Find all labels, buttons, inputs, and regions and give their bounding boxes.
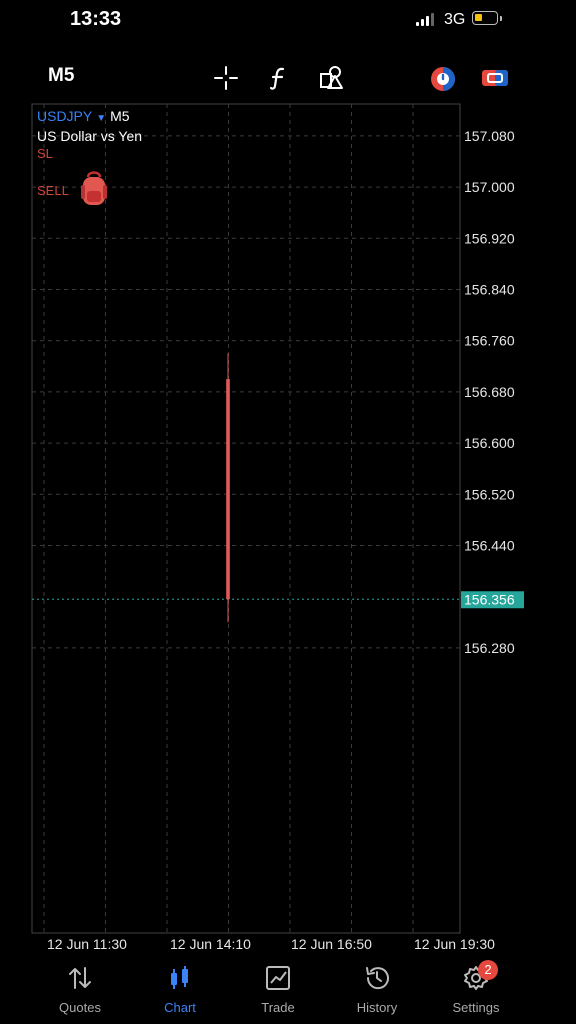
y-tick-label: 157.080 <box>464 128 515 144</box>
one-click-trading-icon[interactable] <box>427 62 459 94</box>
trade-panel-icon[interactable] <box>479 62 511 94</box>
quotes-icon <box>69 967 91 989</box>
x-tick-label: 12 Jun 14:10 <box>170 936 251 952</box>
symbol-header[interactable]: USDJPY ▼ M5 <box>37 108 130 124</box>
y-tick-label: 156.280 <box>464 640 515 656</box>
symbol-period: M5 <box>110 108 130 124</box>
y-tick-label: 157.000 <box>464 179 515 195</box>
tab-history[interactable]: History <box>327 960 427 1024</box>
chart-frame <box>31 103 461 934</box>
candle-body <box>226 379 230 600</box>
chart-icon <box>171 966 188 989</box>
x-tick-label: 12 Jun 16:50 <box>291 936 372 952</box>
settings-badge: 2 <box>478 960 498 980</box>
history-icon <box>366 967 389 990</box>
tab-label: Chart <box>164 1000 196 1015</box>
y-tick-label: 156.920 <box>464 230 515 246</box>
tab-chart[interactable]: Chart <box>130 960 230 1024</box>
status-bar: 13:33 3G <box>0 0 576 40</box>
symbol-description: US Dollar vs Yen <box>37 128 143 144</box>
status-time: 13:33 <box>70 8 122 30</box>
tab-quotes[interactable]: Quotes <box>30 960 130 1024</box>
timeframe-button[interactable]: M5 <box>48 65 74 87</box>
bottom-tab-bar: Quotes Chart Trade History 2 Settings <box>0 960 576 1024</box>
y-tick-label: 156.760 <box>464 333 515 349</box>
symbol-name[interactable]: USDJPY <box>37 108 92 124</box>
tab-label: Trade <box>261 1000 295 1015</box>
y-tick-label: 156.680 <box>464 384 515 400</box>
tab-label: Quotes <box>59 1000 101 1015</box>
tab-trade[interactable]: Trade <box>228 960 328 1024</box>
tab-settings[interactable]: 2 Settings <box>426 960 526 1024</box>
position-bag-icon <box>81 171 107 205</box>
bid-price-label: 156.356 <box>464 591 515 607</box>
x-tick-label: 12 Jun 19:30 <box>414 936 495 952</box>
function-icon[interactable] <box>263 62 295 94</box>
symbol-dropdown-icon[interactable]: ▼ <box>96 113 106 124</box>
chart-area[interactable]: 157.320157.240157.160157.080157.000156.9… <box>0 100 576 960</box>
price-chart[interactable]: 157.320157.240157.160157.080157.000156.9… <box>0 100 576 960</box>
network-type: 3G <box>444 11 466 28</box>
y-tick-label: 156.440 <box>464 537 515 553</box>
x-tick-label: 12 Jun 11:30 <box>47 936 127 952</box>
sl-label: SL <box>37 146 53 161</box>
crosshair-icon[interactable] <box>210 62 242 94</box>
tab-label: Settings <box>452 1000 500 1015</box>
sell-label: SELL <box>37 183 69 198</box>
battery-icon <box>472 11 502 25</box>
chart-toolbar: M5 <box>0 56 576 100</box>
tab-label: History <box>356 1000 398 1015</box>
trade-icon <box>266 966 290 990</box>
y-tick-label: 156.520 <box>464 486 515 502</box>
signal-icon <box>416 12 438 26</box>
y-tick-label: 156.600 <box>464 435 515 451</box>
objects-icon[interactable] <box>316 62 348 94</box>
y-tick-label: 156.840 <box>464 281 515 297</box>
